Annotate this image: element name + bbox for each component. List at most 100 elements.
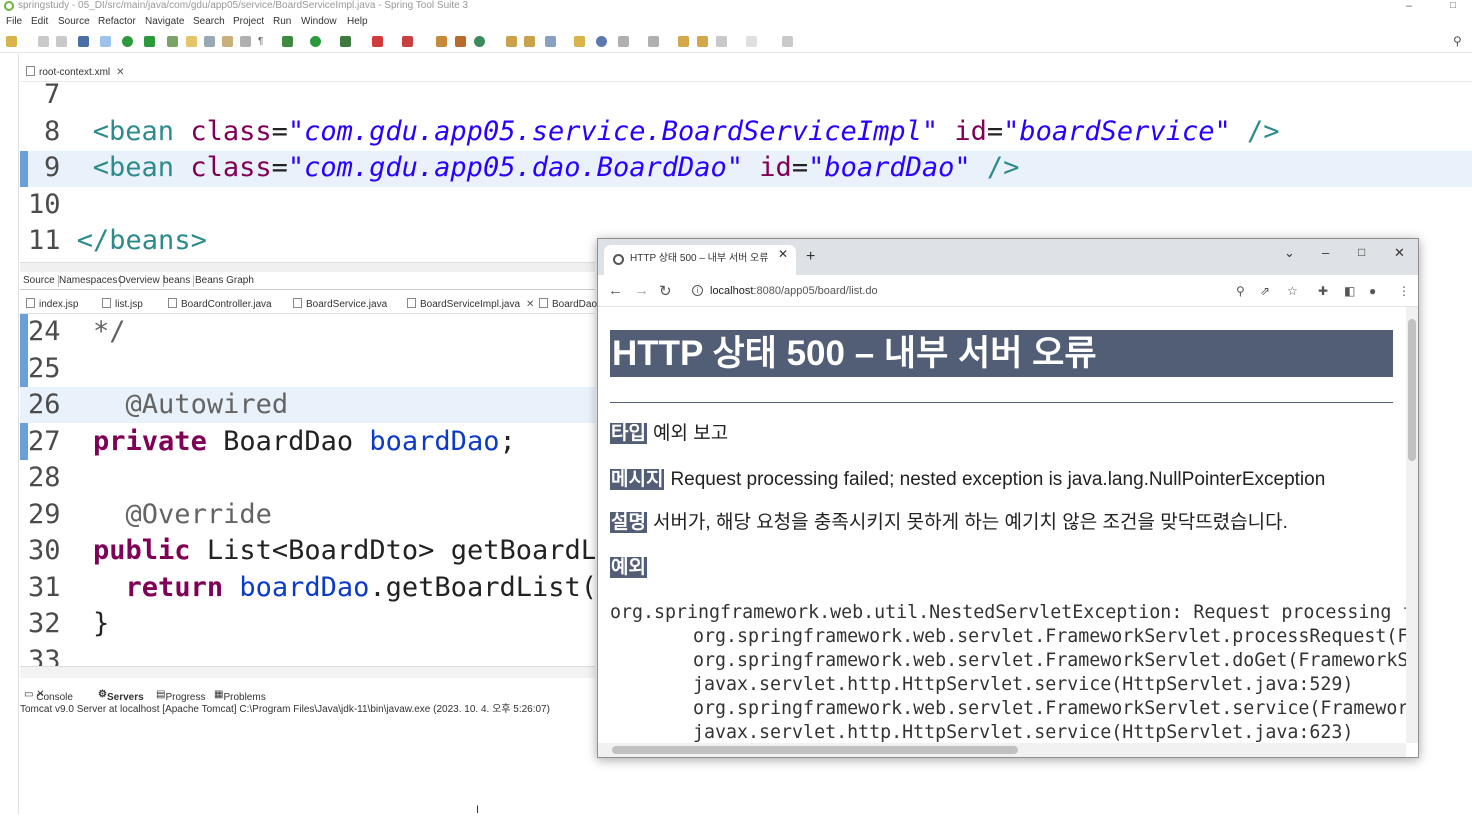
- link-icon[interactable]: [204, 36, 215, 47]
- search-tool-icon[interactable]: [545, 36, 556, 47]
- subtab-overview[interactable]: Overview: [115, 275, 164, 287]
- side-panel-icon[interactable]: ◧: [1344, 284, 1355, 298]
- terminal-icon[interactable]: [78, 36, 89, 47]
- minimize-icon[interactable]: –: [1322, 245, 1329, 260]
- tab-console[interactable]: ▭ Console ✕: [24, 689, 73, 703]
- stop-icon[interactable]: [372, 36, 383, 47]
- tab-label: Console: [36, 692, 73, 703]
- xml-editor[interactable]: 7 8 <bean class="com.gdu.app05.service.B…: [20, 82, 1472, 262]
- toggle-icon[interactable]: [100, 36, 111, 47]
- reload-icon[interactable]: ↻: [659, 282, 672, 300]
- last-edit-icon[interactable]: [678, 36, 689, 47]
- pin-icon[interactable]: [782, 36, 793, 47]
- menu-window[interactable]: Window: [301, 14, 337, 29]
- external-tools-icon[interactable]: [402, 36, 413, 47]
- subtab-beans[interactable]: beans: [160, 275, 195, 287]
- page-horizontal-scrollbar[interactable]: [598, 743, 1406, 757]
- edit-icon[interactable]: [186, 36, 197, 47]
- tab-board-service[interactable]: BoardService.java: [293, 298, 387, 311]
- code-line-29: 29 @Override: [28, 497, 272, 533]
- extensions-icon[interactable]: ✚: [1318, 284, 1328, 298]
- description-label: 설명: [610, 512, 647, 533]
- search-icon[interactable]: ⚲: [1453, 35, 1464, 47]
- menu-navigate[interactable]: Navigate: [145, 14, 184, 29]
- menu-edit[interactable]: Edit: [31, 14, 48, 29]
- start-server-icon[interactable]: [122, 36, 133, 47]
- zoom-icon[interactable]: ⚲: [1236, 284, 1245, 298]
- subtab-beans-graph[interactable]: Beans Graph: [192, 275, 257, 287]
- menu-source[interactable]: Source: [58, 14, 90, 29]
- tab-board-service-impl[interactable]: BoardServiceImpl.java ✕: [407, 298, 534, 311]
- annotation-icon[interactable]: [618, 36, 629, 47]
- close-icon[interactable]: ✕: [526, 299, 534, 310]
- new-class-icon[interactable]: [436, 36, 447, 47]
- menu-refactor[interactable]: Refactor: [98, 14, 136, 29]
- new-package-icon[interactable]: [455, 36, 466, 47]
- tab-servers[interactable]: ⚙ Servers: [98, 689, 144, 703]
- site-info-icon[interactable]: i: [692, 285, 703, 296]
- line-number: 32: [28, 608, 61, 639]
- close-tab-icon[interactable]: ✕: [778, 248, 788, 260]
- tab-root-context[interactable]: root-context.xml ✕: [26, 66, 125, 79]
- folder-icon[interactable]: [574, 36, 585, 47]
- spring-icon[interactable]: [167, 36, 178, 47]
- tab-board-controller[interactable]: BoardController.java: [168, 298, 272, 311]
- share-icon[interactable]: ⇗: [1260, 284, 1270, 298]
- menu-run[interactable]: Run: [273, 14, 291, 29]
- java-editor-scrollbar[interactable]: [20, 666, 595, 678]
- new-tab-icon[interactable]: +: [806, 249, 815, 265]
- task-icon[interactable]: [222, 36, 233, 47]
- back-icon[interactable]: [716, 36, 727, 47]
- tab-search-icon[interactable]: ⌄: [1284, 245, 1295, 261]
- tab-board-dao[interactable]: BoardDao: [539, 298, 597, 311]
- maximize-icon[interactable]: □: [1358, 245, 1365, 259]
- tab-index-jsp[interactable]: index.jsp: [26, 298, 78, 311]
- open-task-icon[interactable]: [524, 36, 535, 47]
- scrollbar-thumb[interactable]: [1408, 319, 1416, 461]
- line-number: 7: [44, 82, 61, 110]
- close-icon[interactable]: ✕: [1394, 245, 1405, 261]
- next-annotation-icon[interactable]: [648, 36, 659, 47]
- new-icon[interactable]: [6, 36, 17, 47]
- close-icon[interactable]: ✕: [116, 67, 124, 78]
- menu-search[interactable]: Search: [193, 14, 225, 29]
- run-icon[interactable]: [310, 36, 321, 47]
- globe-icon[interactable]: [596, 36, 607, 47]
- forward-icon[interactable]: [746, 36, 757, 47]
- save-all-icon[interactable]: [56, 36, 67, 47]
- open-type-icon[interactable]: [506, 36, 517, 47]
- code-line-24: 24 */: [28, 314, 126, 350]
- xml-editor-scrollbar[interactable]: [20, 262, 595, 272]
- minimize-icon[interactable]: –: [1406, 0, 1412, 12]
- debug-icon[interactable]: [282, 36, 293, 47]
- forward-icon[interactable]: →: [634, 282, 649, 299]
- tab-list-jsp[interactable]: list.jsp: [102, 298, 143, 311]
- java-editor[interactable]: 24 */ 25 26 @Autowired 27 private BoardD…: [20, 314, 595, 666]
- new-web-icon[interactable]: [474, 36, 485, 47]
- browser-tab[interactable]: HTTP 상태 500 – 내부 서버 오류: [604, 245, 796, 275]
- save-icon[interactable]: [38, 36, 49, 47]
- back-edit-icon[interactable]: [697, 36, 708, 47]
- back-icon[interactable]: ←: [608, 282, 623, 299]
- page-vertical-scrollbar[interactable]: [1406, 307, 1418, 743]
- refresh-icon[interactable]: [144, 36, 155, 47]
- paragraph-icon[interactable]: ¶: [258, 36, 269, 47]
- xml-value: "boardService": [1003, 116, 1231, 147]
- menu-help[interactable]: Help: [347, 14, 368, 29]
- run-external-icon[interactable]: [340, 36, 351, 47]
- subtab-namespaces[interactable]: Namespaces: [56, 275, 122, 287]
- scrollbar-thumb[interactable]: [612, 746, 1018, 754]
- block-icon[interactable]: [240, 36, 251, 47]
- tab-progress[interactable]: ▤ Progress: [156, 689, 205, 703]
- subtab-source[interactable]: Source: [20, 275, 59, 287]
- profile-icon[interactable]: ●: [1369, 284, 1376, 298]
- tab-problems[interactable]: ▦ Problems: [214, 689, 266, 703]
- address-bar[interactable]: i localhost:8080/app05/board/list.do: [684, 279, 1314, 303]
- bookmark-star-icon[interactable]: ☆: [1287, 284, 1298, 298]
- menu-file[interactable]: File: [6, 14, 22, 29]
- menu-icon[interactable]: ⋮: [1398, 284, 1410, 298]
- menu-project[interactable]: Project: [233, 14, 264, 29]
- maximize-icon[interactable]: □: [1450, 0, 1456, 11]
- line-number: 27: [28, 426, 61, 457]
- line-number: 26: [28, 389, 61, 420]
